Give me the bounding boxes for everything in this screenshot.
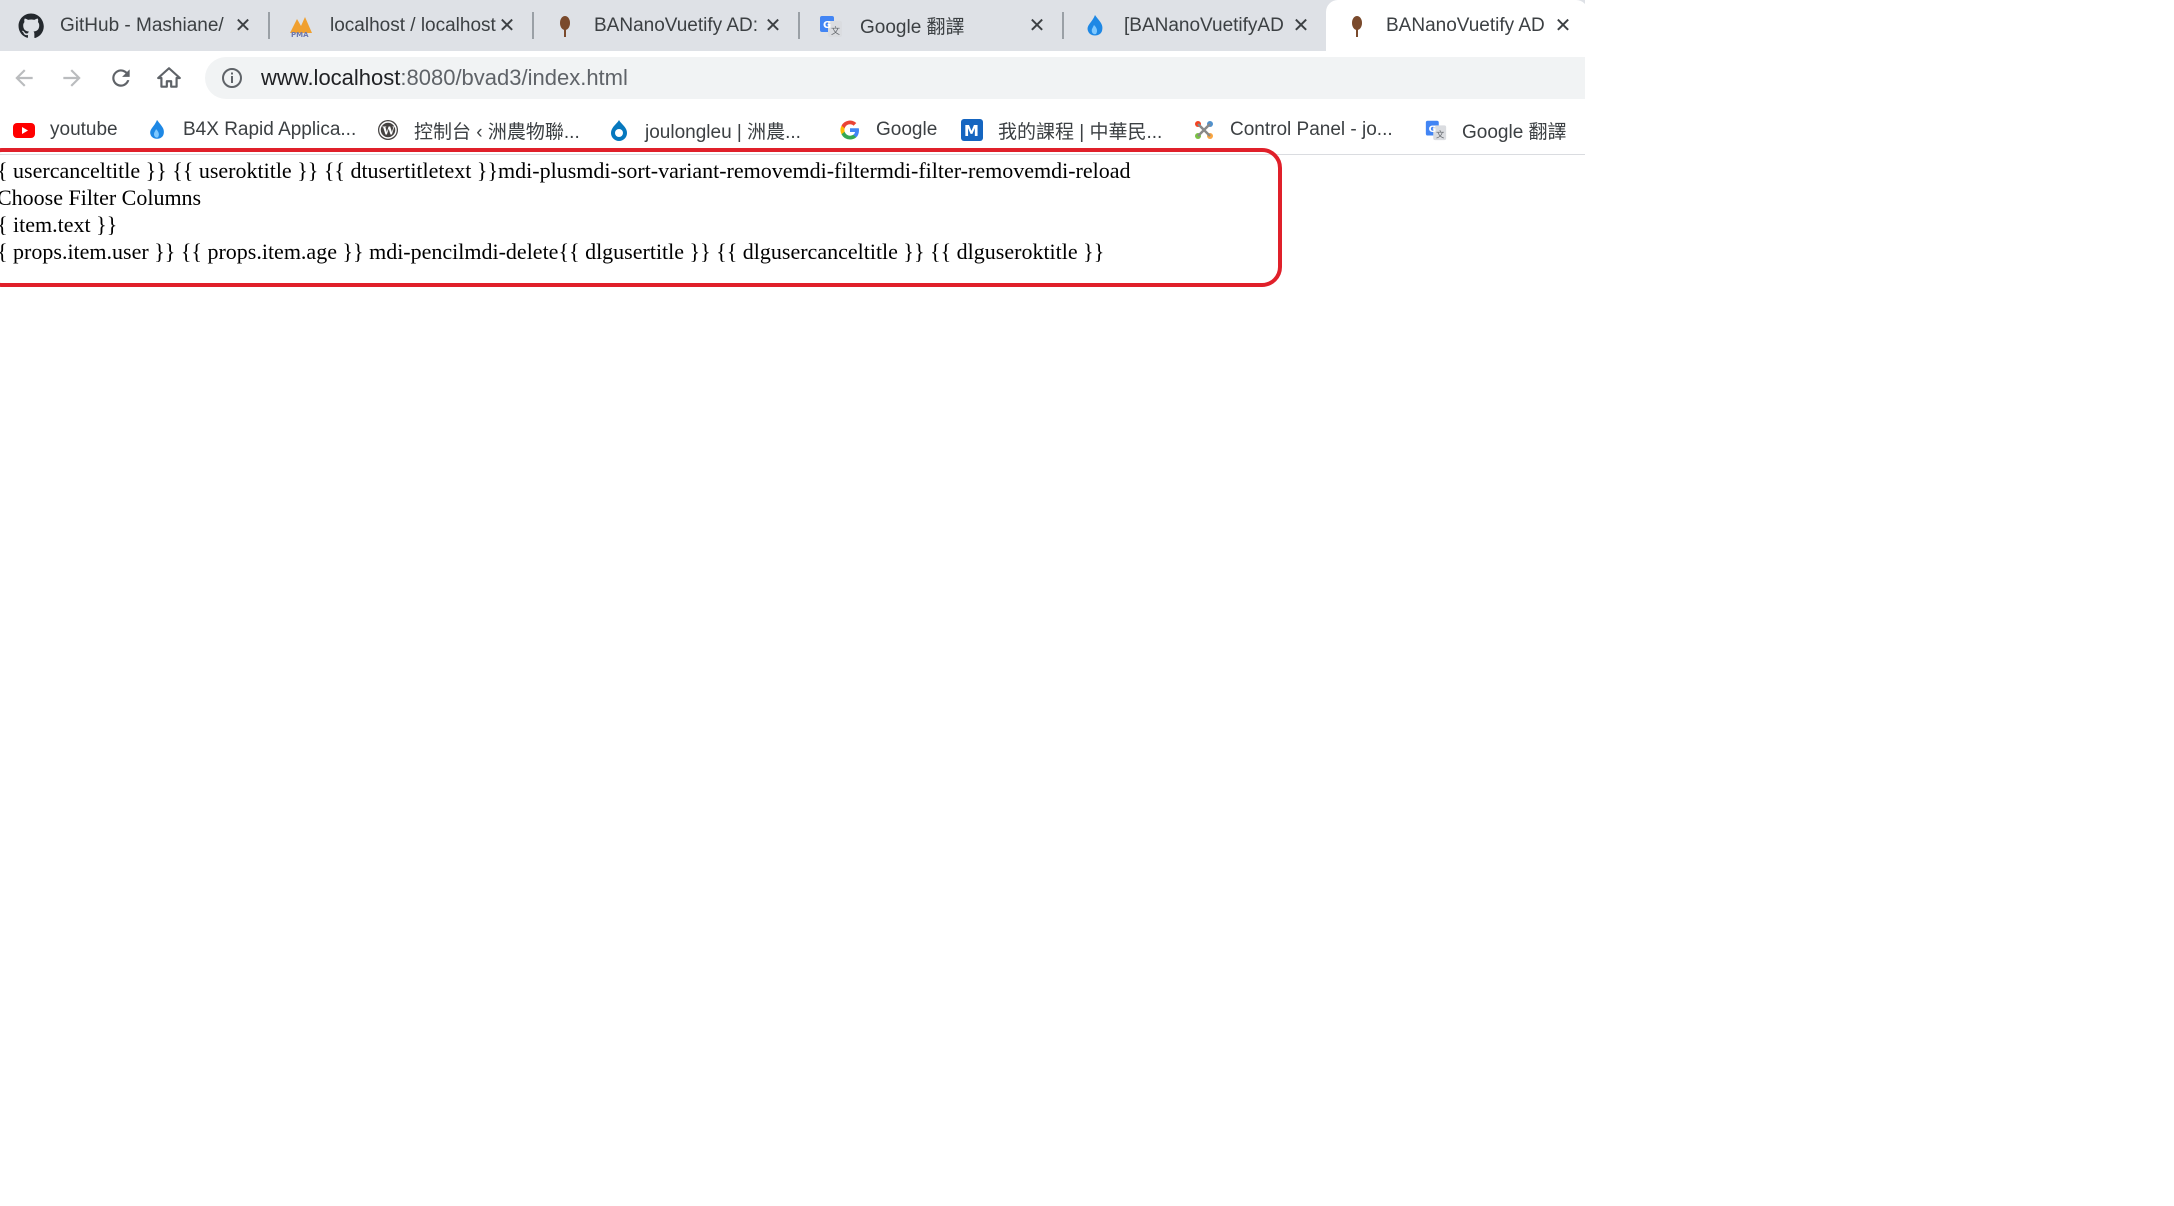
github-icon <box>18 13 44 39</box>
template-line: { item.text }} <box>0 212 118 237</box>
address-bar[interactable]: www.localhost:8080/bvad3/index.html <box>205 57 1585 99</box>
reload-button[interactable] <box>102 59 140 97</box>
page-content: { usercanceltitle }} {{ useroktitle }} {… <box>0 148 2174 1206</box>
tab-bananovuetify-forum[interactable]: [BANanoVuetifyAD ✕ <box>1064 0 1326 51</box>
home-icon <box>157 67 181 88</box>
bookmark-wordpress-console[interactable]: W 控制台 ‹ 洲農物聯... <box>376 114 580 146</box>
svg-text:W: W <box>382 125 396 138</box>
svg-text:G: G <box>1429 124 1437 135</box>
template-line: Choose Filter Columns <box>0 185 202 210</box>
tab-title: GitHub - Mashiane/ <box>60 14 224 36</box>
bookmark-google[interactable]: Google <box>838 114 937 146</box>
arrow-right-icon <box>63 69 81 87</box>
tab-title: BANanoVuetify AD: <box>594 14 759 36</box>
bookmarks-bar: youtube B4X Rapid Applica... W 控制台 ‹ 洲農物… <box>0 106 1585 155</box>
template-line: { props.item.user }} {{ props.item.age }… <box>0 239 1105 264</box>
browser-toolbar: www.localhost:8080/bvad3/index.html <box>0 51 1585 106</box>
unrendered-template-text: { usercanceltitle }} {{ useroktitle }} {… <box>0 157 1287 265</box>
close-icon[interactable]: ✕ <box>1026 15 1048 37</box>
bookmark-label: 控制台 ‹ 洲農物聯... <box>414 121 580 143</box>
google-translate-icon: G文 <box>1424 118 1448 142</box>
close-icon[interactable]: ✕ <box>496 15 518 37</box>
b4x-flame-icon <box>145 118 169 142</box>
bananovuetify-icon <box>1344 13 1370 39</box>
bookmark-control-panel[interactable]: Control Panel - jo... <box>1192 114 1393 146</box>
bookmark-label: youtube <box>50 119 118 140</box>
tab-github[interactable]: GitHub - Mashiane/ ✕ <box>0 0 268 51</box>
tab-title: [BANanoVuetifyAD <box>1124 14 1284 36</box>
browser-chrome: GitHub - Mashiane/ ✕ PMA localhost / loc… <box>0 0 1588 155</box>
svg-text:文: 文 <box>1436 129 1445 139</box>
bookmark-label: 我的課程 | 中華民... <box>998 121 1163 143</box>
template-line: { usercanceltitle }} {{ useroktitle }} {… <box>0 158 1131 183</box>
close-icon[interactable]: ✕ <box>232 15 254 37</box>
drupal-icon <box>607 118 631 142</box>
arrow-left-icon <box>15 69 33 87</box>
reload-icon <box>112 69 130 87</box>
tab-title: BANanoVuetify AD <box>1386 14 1545 36</box>
b4x-flame-icon <box>1082 13 1108 39</box>
bananovuetify-icon <box>552 13 578 39</box>
bookmark-label: Google <box>876 119 938 140</box>
url-text: www.localhost:8080/bvad3/index.html <box>261 65 628 91</box>
bookmark-b4x[interactable]: B4X Rapid Applica... <box>145 114 356 146</box>
moodle-m-icon: M <box>960 118 984 142</box>
bookmark-label: Control Panel - jo... <box>1230 119 1393 140</box>
joomla-icon <box>1192 118 1216 142</box>
tab-phpmyadmin[interactable]: PMA localhost / localhost ✕ <box>270 0 532 51</box>
bookmark-joulongleu[interactable]: joulongleu | 洲農... <box>607 114 801 146</box>
forward-button[interactable] <box>53 59 91 97</box>
wordpress-icon: W <box>376 118 400 142</box>
svg-text:G: G <box>823 20 831 31</box>
tab-bananovuetify-1[interactable]: BANanoVuetify AD: ✕ <box>534 0 798 51</box>
tab-google-translate[interactable]: G文 Google 翻譯 ✕ <box>800 0 1062 51</box>
svg-text:M: M <box>964 122 979 140</box>
phpmyadmin-icon: PMA <box>288 13 314 39</box>
close-icon[interactable]: ✕ <box>1552 15 1574 37</box>
bookmark-label: joulongleu | 洲農... <box>645 121 801 143</box>
bookmark-label: B4X Rapid Applica... <box>183 119 357 140</box>
youtube-icon <box>12 118 36 142</box>
home-button[interactable] <box>150 59 188 97</box>
close-icon[interactable]: ✕ <box>762 15 784 37</box>
google-translate-icon: G文 <box>818 13 844 39</box>
svg-text:PMA: PMA <box>291 31 309 39</box>
tab-title: Google 翻譯 <box>860 17 965 38</box>
bookmark-label: Google 翻譯 <box>1462 121 1567 143</box>
url-host: www.localhost <box>261 65 401 90</box>
bookmark-youtube[interactable]: youtube <box>12 114 118 146</box>
close-icon[interactable]: ✕ <box>1290 15 1312 37</box>
bookmark-google-translate[interactable]: G文 Google 翻譯 <box>1424 114 1567 146</box>
tab-strip: GitHub - Mashiane/ ✕ PMA localhost / loc… <box>0 0 1588 51</box>
google-icon <box>838 118 862 142</box>
tab-title: localhost / localhost <box>330 14 496 36</box>
info-icon[interactable] <box>219 65 245 91</box>
back-button[interactable] <box>5 59 43 97</box>
tab-bananovuetify-active[interactable]: BANanoVuetify AD ✕ <box>1326 0 1588 51</box>
url-path: :8080/bvad3/index.html <box>400 65 628 90</box>
svg-text:文: 文 <box>831 25 840 37</box>
bookmark-my-courses[interactable]: M 我的課程 | 中華民... <box>960 114 1162 146</box>
